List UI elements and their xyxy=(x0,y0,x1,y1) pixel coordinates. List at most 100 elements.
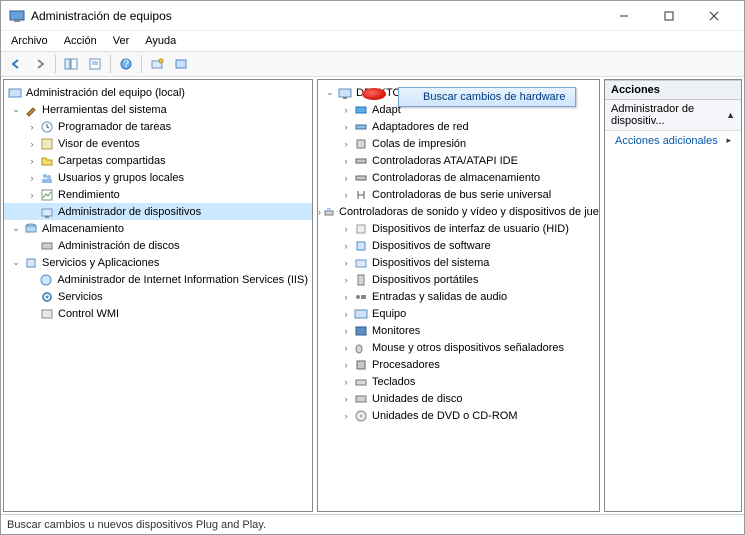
expand-icon[interactable]: › xyxy=(318,207,321,217)
close-button[interactable] xyxy=(691,2,736,30)
nav-forward-button[interactable] xyxy=(29,53,51,75)
view-devices-button[interactable] xyxy=(170,53,192,75)
device-category[interactable]: › Colas de impresión xyxy=(318,135,599,152)
menu-action[interactable]: Acción xyxy=(58,33,103,49)
device-category[interactable]: ›Adaptadores de red xyxy=(318,118,599,135)
expand-icon[interactable]: › xyxy=(340,360,352,370)
expand-icon[interactable]: › xyxy=(340,326,352,336)
tree-category[interactable]: ⌄Almacenamiento xyxy=(4,220,312,237)
actions-context-title[interactable]: Administrador de dispositiv... ▲ xyxy=(605,100,741,131)
shared-folder-icon xyxy=(39,153,55,169)
menu-help[interactable]: Ayuda xyxy=(139,33,182,49)
device-category[interactable]: › Monitores xyxy=(318,322,599,339)
context-menu-item-scan[interactable]: Buscar cambios de hardware xyxy=(398,87,576,107)
expand-icon[interactable]: › xyxy=(340,241,352,251)
device-category[interactable]: ›Dispositivos del sistema xyxy=(318,254,599,271)
separator xyxy=(55,55,56,73)
expand-icon[interactable]: › xyxy=(340,122,352,132)
expand-icon[interactable]: › xyxy=(26,190,38,200)
device-icon xyxy=(322,204,336,220)
device-category[interactable]: ›Procesadores xyxy=(318,356,599,373)
device-category[interactable]: ›Controladoras de almacenamiento xyxy=(318,169,599,186)
expand-icon[interactable]: › xyxy=(340,258,352,268)
expand-icon[interactable]: › xyxy=(340,292,352,302)
menu-file[interactable]: Archivo xyxy=(5,33,54,49)
tree-label: Controladoras ATA/ATAPI IDE xyxy=(372,155,518,167)
expand-icon[interactable]: › xyxy=(340,275,352,285)
minimize-button[interactable] xyxy=(601,2,646,30)
window-title: Administración de equipos xyxy=(31,9,601,23)
expand-icon[interactable]: › xyxy=(340,139,352,149)
device-category[interactable]: ›Equipo xyxy=(318,305,599,322)
tree-label: Teclados xyxy=(372,376,415,388)
tree-item-iis[interactable]: Administrador de Internet Information Se… xyxy=(4,271,312,288)
tree-category[interactable]: ⌄Servicios y Aplicaciones xyxy=(4,254,312,271)
actions-more-label: Acciones adicionales xyxy=(615,135,718,147)
device-category[interactable]: › Controladoras de bus serie universal xyxy=(318,186,599,203)
device-icon xyxy=(353,238,369,254)
maximize-button[interactable] xyxy=(646,2,691,30)
tree-item-diskmgmt[interactable]: Administración de discos xyxy=(4,237,312,254)
tree-label: Colas de impresión xyxy=(372,138,466,150)
expand-icon[interactable]: › xyxy=(340,105,352,115)
statusbar: Buscar cambios u nuevos dispositivos Plu… xyxy=(1,514,744,534)
tree-label: Programador de tareas xyxy=(58,121,171,133)
device-mgr-icon xyxy=(39,204,55,220)
services-cat-icon xyxy=(23,255,39,271)
device-category[interactable]: ›Unidades de disco xyxy=(318,390,599,407)
expand-icon[interactable]: › xyxy=(340,156,352,166)
gear-icon xyxy=(39,289,55,305)
tree-item-wmi[interactable]: Control WMI xyxy=(4,305,312,322)
actions-header: Acciones xyxy=(605,80,741,100)
actions-more[interactable]: Acciones adicionales ▸ xyxy=(605,131,741,151)
tree-label: Monitores xyxy=(372,325,420,337)
nav-back-button[interactable] xyxy=(5,53,27,75)
device-category[interactable]: ›Controladoras de sonido y vídeo y dispo… xyxy=(318,203,599,220)
expand-icon[interactable]: › xyxy=(340,411,352,421)
expand-icon[interactable]: › xyxy=(340,394,352,404)
show-hide-tree-button[interactable] xyxy=(60,53,82,75)
collapse-icon[interactable]: ⌄ xyxy=(10,223,22,234)
display-adapter-icon xyxy=(353,102,369,118)
tree-category[interactable]: ⌄ Herramientas del sistema xyxy=(4,101,312,118)
actions-context-label: Administrador de dispositiv... xyxy=(611,103,726,127)
properties-button[interactable] xyxy=(84,53,106,75)
device-category[interactable]: ›Dispositivos de software xyxy=(318,237,599,254)
expand-icon[interactable]: › xyxy=(340,343,352,353)
users-icon xyxy=(39,170,55,186)
collapse-icon[interactable]: ⌄ xyxy=(10,104,22,115)
expand-icon[interactable]: › xyxy=(340,224,352,234)
expand-icon[interactable]: › xyxy=(340,377,352,387)
expand-icon[interactable]: › xyxy=(340,173,352,183)
device-category[interactable]: ›Mouse y otros dispositivos señaladores xyxy=(318,339,599,356)
expand-icon[interactable]: › xyxy=(26,122,38,132)
menu-view[interactable]: Ver xyxy=(107,33,136,49)
collapse-icon[interactable]: ⌄ xyxy=(10,257,22,268)
expand-icon[interactable]: › xyxy=(340,309,352,319)
expand-icon[interactable]: › xyxy=(26,156,38,166)
tree-root[interactable]: Administración del equipo (local) xyxy=(4,84,312,101)
toolbar: ? xyxy=(1,51,744,77)
tree-item-shared[interactable]: ›Carpetas compartidas xyxy=(4,152,312,169)
tree-item-services[interactable]: Servicios xyxy=(4,288,312,305)
tree-item-devmgr[interactable]: Administrador de dispositivos xyxy=(4,203,312,220)
app-icon xyxy=(9,8,25,24)
collapse-icon[interactable]: ⌄ xyxy=(324,87,336,98)
device-category[interactable]: › Controladoras ATA/ATAPI IDE xyxy=(318,152,599,169)
device-category[interactable]: › Teclados xyxy=(318,373,599,390)
help-button[interactable]: ? xyxy=(115,53,137,75)
tree-item-tasksched[interactable]: › Programador de tareas xyxy=(4,118,312,135)
tree-item-users[interactable]: ›Usuarios y grupos locales xyxy=(4,169,312,186)
expand-icon[interactable]: › xyxy=(340,190,352,200)
tree-label: Controladoras de bus serie universal xyxy=(372,189,551,201)
device-category[interactable]: ›Dispositivos de interfaz de usuario (HI… xyxy=(318,220,599,237)
context-menu-label: Buscar cambios de hardware xyxy=(423,91,565,103)
scan-hardware-button[interactable] xyxy=(146,53,168,75)
expand-icon[interactable]: › xyxy=(26,139,38,149)
device-category[interactable]: ›Entradas y salidas de audio xyxy=(318,288,599,305)
device-category[interactable]: ›Dispositivos portátiles xyxy=(318,271,599,288)
tree-item-eventvwr[interactable]: ›Visor de eventos xyxy=(4,135,312,152)
expand-icon[interactable]: › xyxy=(26,173,38,183)
tree-item-perf[interactable]: ›Rendimiento xyxy=(4,186,312,203)
device-category[interactable]: ›Unidades de DVD o CD-ROM xyxy=(318,407,599,424)
